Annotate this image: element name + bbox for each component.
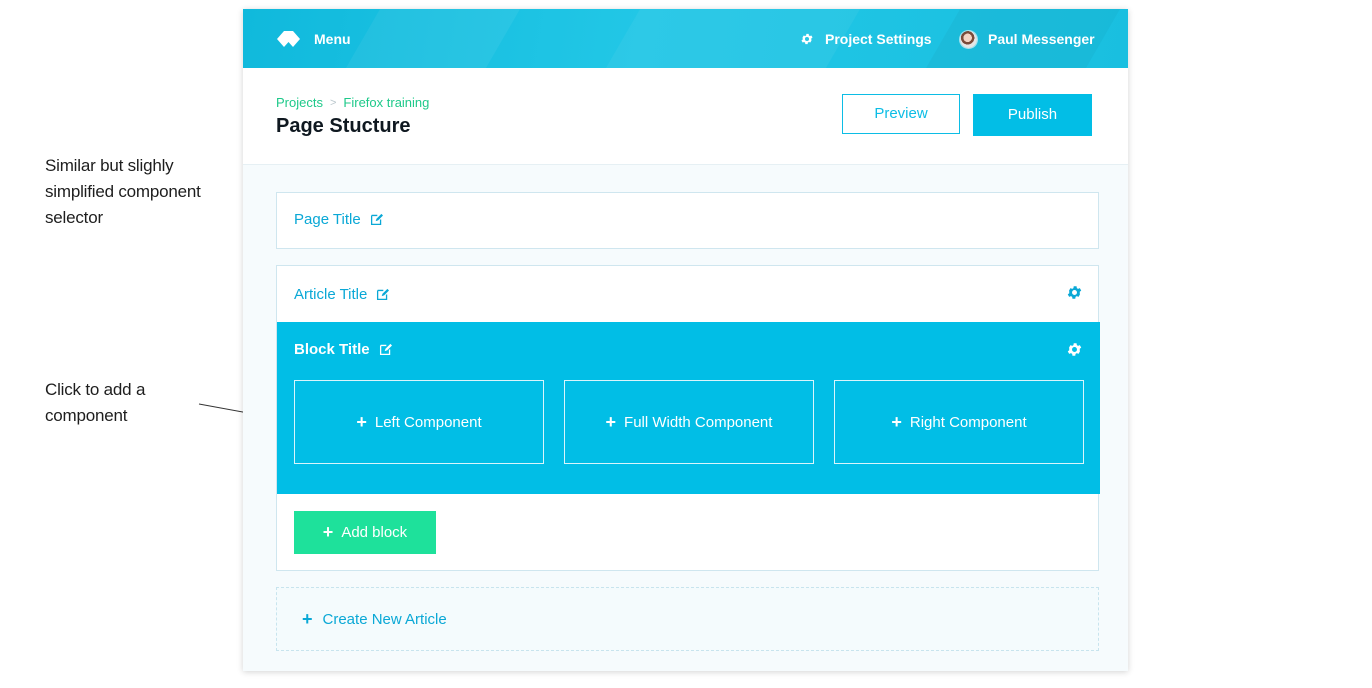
logo-diamond-icon <box>277 31 300 47</box>
preview-button[interactable]: Preview <box>842 94 960 134</box>
user-name: Paul Messenger <box>988 31 1095 47</box>
create-new-article-button[interactable]: + Create New Article <box>276 587 1099 651</box>
plus-icon: + <box>302 608 313 629</box>
avatar <box>960 30 977 48</box>
breadcrumb-projects[interactable]: Projects <box>276 95 323 110</box>
block-settings-gear-icon[interactable] <box>1066 341 1083 358</box>
gear-icon <box>801 33 813 45</box>
block-title-label[interactable]: Block Title <box>294 341 370 358</box>
menu-label: Menu <box>314 31 351 47</box>
left-component-label: Left Component <box>374 413 482 431</box>
block-panel: Block Title + Left Component + Full Widt… <box>277 322 1100 494</box>
edit-icon[interactable] <box>379 343 392 356</box>
annotation-add-component: Click to add a component <box>45 380 146 425</box>
article-card: Article Title Block Title + Left Compone… <box>276 265 1100 571</box>
publish-button[interactable]: Publish <box>973 94 1092 136</box>
user-menu[interactable]: Paul Messenger <box>960 27 1095 51</box>
add-left-component-button[interactable]: + Left Component <box>294 380 544 464</box>
article-title-label[interactable]: Article Title <box>294 286 367 303</box>
page-title-card: Page Title <box>276 192 1099 249</box>
add-right-component-button[interactable]: + Right Component <box>834 380 1084 464</box>
breadcrumb-separator: > <box>329 96 337 109</box>
menu-button[interactable]: Menu <box>277 27 351 51</box>
plus-icon: + <box>322 522 334 542</box>
breadcrumb: Projects > Firefox training <box>276 95 429 110</box>
page-title-section: Page Title <box>294 211 383 228</box>
annotation-component-selector: Similar but slighly simplified component… <box>45 156 201 227</box>
top-bar: Menu Project Settings Paul Messenger <box>243 9 1128 68</box>
page-title: Page Stucture <box>276 115 411 137</box>
page-title-label[interactable]: Page Title <box>294 211 361 228</box>
plus-icon: + <box>605 411 617 432</box>
project-settings-label: Project Settings <box>825 31 932 47</box>
full-width-component-label: Full Width Component <box>624 413 773 431</box>
edit-icon[interactable] <box>370 213 383 226</box>
topbar-decoration <box>345 9 521 68</box>
project-settings-link[interactable]: Project Settings <box>800 27 932 51</box>
edit-icon[interactable] <box>376 288 390 301</box>
plus-icon: + <box>356 411 367 432</box>
right-component-label: Right Component <box>909 413 1027 431</box>
breadcrumb-firefox-training[interactable]: Firefox training <box>343 95 429 110</box>
plus-icon: + <box>891 411 902 432</box>
article-title-section: Article Title <box>294 286 390 303</box>
page-header: Projects > Firefox training Page Stuctur… <box>243 68 1128 165</box>
app-window: Menu Project Settings Paul Messenger Pro… <box>243 9 1128 671</box>
add-full-width-component-button[interactable]: + Full Width Component <box>564 380 814 464</box>
add-block-label: Add block <box>341 524 408 541</box>
add-block-button[interactable]: + Add block <box>294 511 436 554</box>
block-title-section: Block Title <box>294 341 392 358</box>
article-settings-gear-icon[interactable] <box>1066 284 1083 301</box>
create-new-article-label: Create New Article <box>322 610 447 628</box>
